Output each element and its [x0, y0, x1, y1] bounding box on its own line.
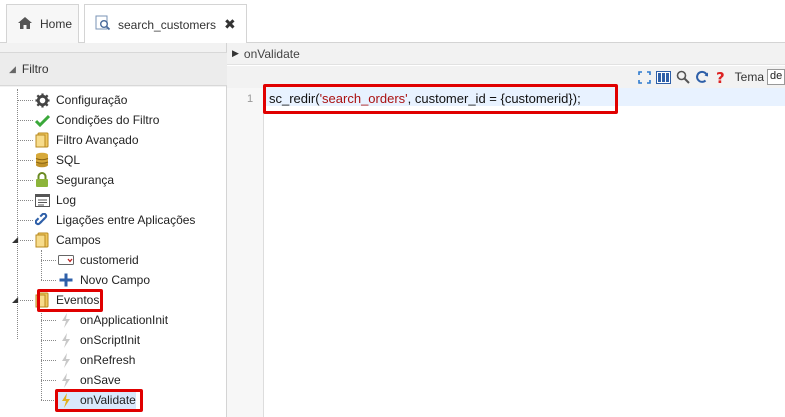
tema-select[interactable]: de: [767, 69, 785, 85]
help-icon[interactable]: ?: [713, 69, 729, 85]
tree-item-label: Condições do Filtro: [56, 113, 160, 127]
left-panel: ◢ Filtro ◢ ◢ Configuração Condições do F…: [0, 43, 227, 417]
folder-icon: [34, 232, 50, 248]
tree-item-condicoes-do-filtro[interactable]: Condições do Filtro: [34, 110, 159, 130]
close-icon[interactable]: ✖: [224, 16, 236, 33]
tab-search-customers-label: search_customers: [118, 17, 217, 32]
tree-item-configuracao[interactable]: Configuração: [34, 90, 127, 110]
tree-item-label: SQL: [56, 153, 81, 167]
tree-item-label: customerid: [80, 253, 139, 267]
gear-icon: [34, 92, 50, 108]
tab-home[interactable]: Home: [6, 4, 79, 43]
tree-item-label: Campos: [56, 233, 101, 247]
line-gutter: 1: [227, 88, 264, 417]
lightning-icon: [58, 312, 74, 328]
database-icon: [34, 152, 50, 168]
tree-item-onscriptinit[interactable]: onScriptInit: [58, 330, 140, 350]
tree-item-label: Filtro Avançado: [56, 133, 139, 147]
tree-item-novo-campo[interactable]: Novo Campo: [58, 270, 150, 290]
search-icon[interactable]: [675, 69, 691, 85]
panel-title: Filtro: [21, 62, 49, 76]
breadcrumb-label: onValidate: [243, 46, 300, 61]
lightning-icon: [58, 372, 74, 388]
tree-item-label: onSave: [80, 373, 121, 387]
tree-item-label: onRefresh: [80, 353, 136, 367]
main-area: ▶ onValidate ? Tema de 1 sc_redir('searc…: [227, 43, 785, 417]
tree-item-label: Configuração: [56, 93, 128, 107]
check-icon: [34, 112, 50, 128]
code-editor[interactable]: 1 sc_redir('search_orders', customer_id …: [227, 84, 785, 417]
tree-item-seguranca[interactable]: Segurança: [34, 170, 114, 190]
tree-item-onapplicationinit[interactable]: onApplicationInit: [58, 310, 168, 330]
panel-header[interactable]: ◢ Filtro: [0, 52, 227, 86]
tree-item-label: Log: [56, 193, 77, 207]
highlight-box-eventos: [37, 289, 103, 312]
breadcrumb-arrow-icon: ▶: [232, 48, 239, 58]
tab-home-label: Home: [40, 17, 73, 31]
tree-item-campos[interactable]: Campos: [34, 230, 101, 250]
tree-item-label: onScriptInit: [80, 333, 141, 347]
tree-item-sql[interactable]: SQL: [34, 150, 80, 170]
lightning-icon: [58, 332, 74, 348]
highlight-box-code: [263, 84, 618, 114]
expander-campos-icon[interactable]: ◢: [12, 235, 18, 244]
tree: ◢ ◢ Configuração Condições do Filtro Fil…: [0, 87, 226, 417]
line-number: 1: [247, 93, 254, 105]
lightning-icon: [58, 352, 74, 368]
fullscreen-icon[interactable]: [637, 69, 653, 85]
tree-item-onsave[interactable]: onSave: [58, 370, 121, 390]
home-icon: [17, 16, 33, 33]
folder-icon: [34, 132, 50, 148]
breadcrumb: ▶ onValidate: [227, 43, 785, 65]
tree-item-filtro-avancado[interactable]: Filtro Avançado: [34, 130, 139, 150]
expander-eventos-icon[interactable]: ◢: [12, 295, 18, 304]
search-page-icon: [95, 15, 111, 34]
tree-item-label: Novo Campo: [80, 273, 151, 287]
tree-item-customerid[interactable]: customerid: [58, 250, 139, 270]
tab-search-customers[interactable]: search_customers ✖: [84, 4, 247, 44]
field-icon: [58, 252, 74, 268]
link-icon: [34, 212, 50, 228]
columns-icon[interactable]: [656, 69, 672, 85]
tree-item-label: Segurança: [56, 173, 115, 187]
refresh-icon[interactable]: [694, 69, 710, 85]
svg-text:?: ?: [716, 70, 725, 85]
collapse-triangle-icon: ◢: [9, 63, 16, 74]
tree-item-label: Ligações entre Aplicações: [56, 213, 196, 227]
log-icon: [34, 192, 50, 208]
plus-icon: [58, 272, 74, 288]
tree-item-onrefresh[interactable]: onRefresh: [58, 350, 135, 370]
highlight-box-onvalidate: [55, 389, 143, 412]
tema-label: Tema: [734, 70, 764, 84]
tree-item-ligacoes-entre-aplicacoes[interactable]: Ligações entre Aplicações: [34, 210, 195, 230]
tab-bar: Home search_customers ✖: [0, 0, 785, 44]
tree-item-log[interactable]: Log: [34, 190, 76, 210]
lock-icon: [34, 172, 50, 188]
tree-item-label: onApplicationInit: [80, 313, 169, 327]
